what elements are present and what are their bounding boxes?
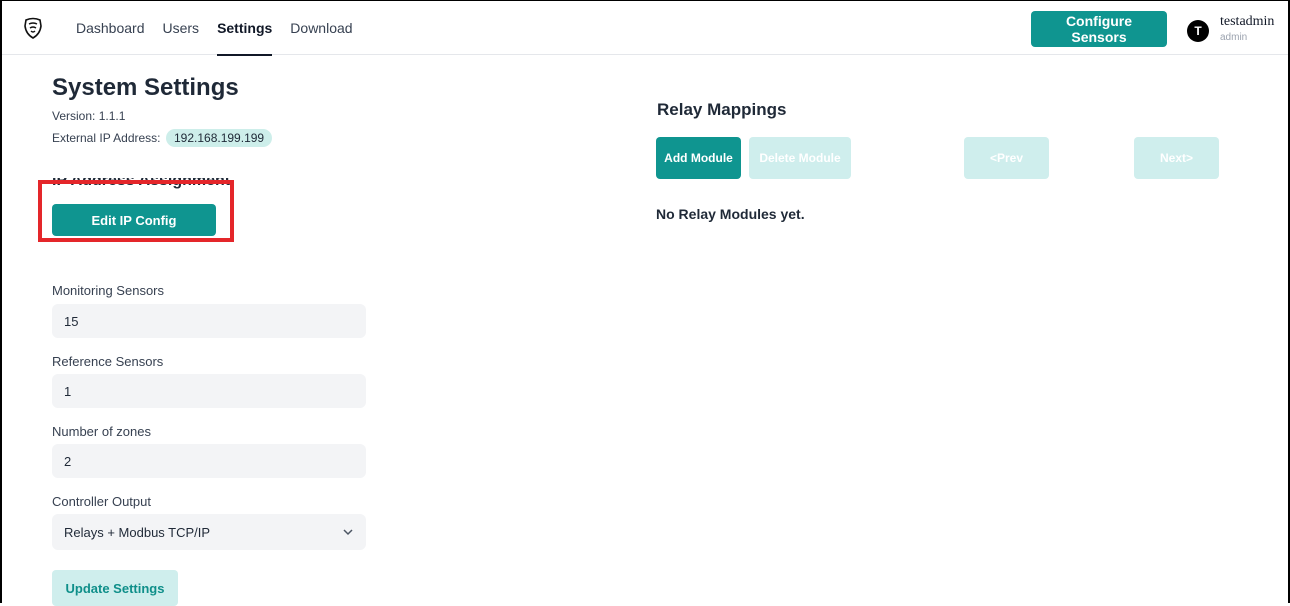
number-of-zones-input[interactable]: 2 [52, 444, 366, 478]
main-nav: Dashboard Users Settings Download [76, 1, 371, 56]
controller-output-value: Relays + Modbus TCP/IP [64, 524, 211, 540]
delete-module-button[interactable]: Delete Module [749, 137, 851, 179]
nav-download[interactable]: Download [290, 1, 352, 55]
top-header: Dashboard Users Settings Download Config… [2, 1, 1288, 56]
reference-sensors-label: Reference Sensors [52, 354, 164, 369]
monitoring-sensors-input[interactable]: 15 [52, 304, 366, 338]
prev-button[interactable]: <Prev [964, 137, 1049, 179]
empty-state-text: No Relay Modules yet. [656, 206, 805, 222]
nav-dashboard[interactable]: Dashboard [76, 1, 145, 55]
user-role: admin [1220, 32, 1248, 43]
window-frame-left [0, 0, 2, 603]
controller-output-label: Controller Output [52, 494, 151, 509]
edit-ip-config-button[interactable]: Edit IP Config [52, 204, 216, 236]
add-module-button[interactable]: Add Module [656, 137, 741, 179]
logo-icon[interactable] [22, 17, 44, 39]
relay-mappings-title: Relay Mappings [657, 100, 787, 119]
number-of-zones-label: Number of zones [52, 424, 151, 439]
avatar[interactable]: T [1187, 20, 1209, 42]
configure-sensors-button[interactable]: Configure Sensors [1031, 11, 1167, 47]
reference-sensors-input[interactable]: 1 [52, 374, 366, 408]
controller-output-select[interactable]: Relays + Modbus TCP/IP [52, 514, 366, 550]
nav-users[interactable]: Users [163, 1, 200, 55]
page-title: System Settings [52, 74, 239, 101]
user-name[interactable]: testadmin [1220, 14, 1274, 30]
next-button[interactable]: Next> [1134, 137, 1219, 179]
nav-settings[interactable]: Settings [217, 1, 273, 56]
chevron-down-icon [343, 529, 353, 536]
version-text: Version: 1.1.1 [52, 109, 126, 123]
ip-assignment-label: IP Address Assignment [52, 172, 231, 189]
monitoring-sensors-label: Monitoring Sensors [52, 283, 164, 298]
update-settings-button[interactable]: Update Settings [52, 570, 178, 606]
external-ip-badge: 192.168.199.199 [166, 129, 273, 147]
external-ip-label: External IP Address: [52, 131, 161, 145]
